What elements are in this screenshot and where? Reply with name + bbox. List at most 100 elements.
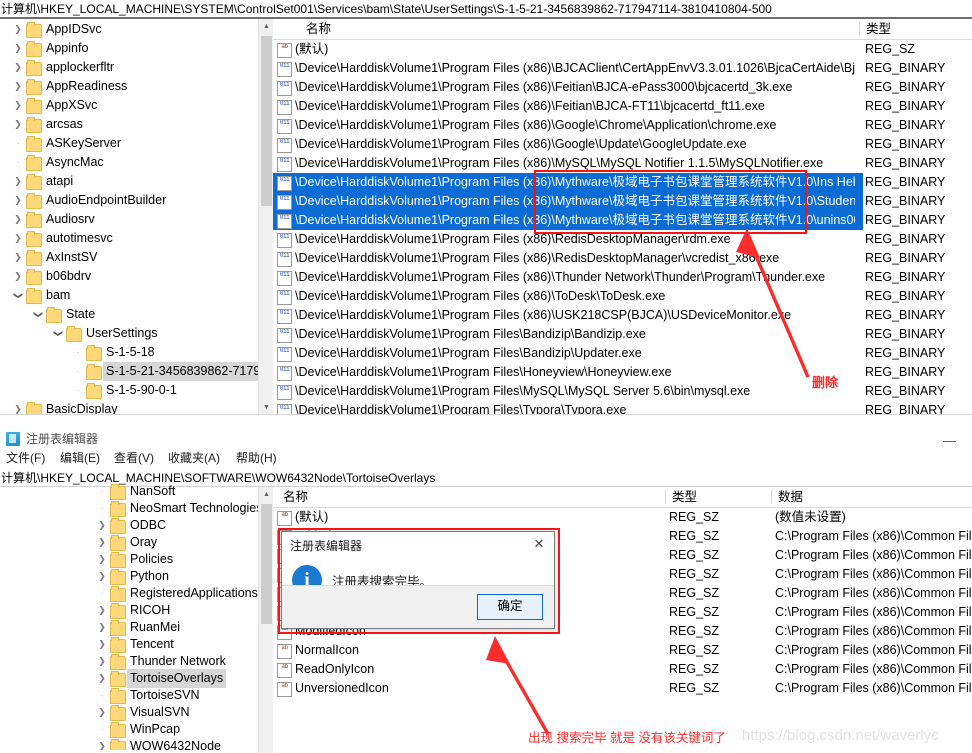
table-row[interactable]: 011 \Device\HarddiskVolume1\Program Files… xyxy=(273,173,945,192)
scrollbar-thumb[interactable] xyxy=(261,504,272,624)
table-row[interactable]: 011 \Device\HarddiskVolume1\Program Files… xyxy=(273,59,972,78)
tree-item-appreadiness[interactable]: ❯ AppReadiness xyxy=(0,77,258,96)
chevron-right-icon[interactable]: ❯ xyxy=(12,267,24,286)
top-address-bar[interactable]: 计算机\HKEY_LOCAL_MACHINE\SYSTEM\ControlSet… xyxy=(0,1,972,18)
chevron-right-icon[interactable]: ❯ xyxy=(12,20,24,39)
scroll-down-icon[interactable]: ▼ xyxy=(259,400,274,415)
bottom-tree-scrollbar[interactable]: ▲ xyxy=(258,487,274,753)
top-tree-scrollbar[interactable]: ▲ ▼ xyxy=(258,19,274,415)
bottom-registry-tree[interactable]: · NanSoft · NeoSmart Technologies ❯ ODBC ❯ Oray… xyxy=(0,482,258,750)
menu-favorites[interactable]: 收藏夹(A) xyxy=(168,448,220,468)
chevron-right-icon[interactable]: ❯ xyxy=(12,58,24,77)
top-column-header[interactable]: 名称 类型 xyxy=(273,19,972,40)
scroll-up-icon[interactable]: ▲ xyxy=(259,19,274,34)
dialog-titlebar[interactable]: 注册表编辑器 ✕ xyxy=(282,532,554,558)
tree-item-applockerfltr[interactable]: ❯ applockerfltr xyxy=(0,58,258,77)
tree-item-arcsas[interactable]: ❯ arcsas xyxy=(0,115,258,134)
column-header-name[interactable]: 名称 xyxy=(301,19,331,39)
table-row[interactable]: 011 \Device\HarddiskVolume1\Program Files… xyxy=(273,382,972,401)
tree-item-appidsvc[interactable]: ❯ AppIDSvc xyxy=(0,20,258,39)
tree-item-audiosrv[interactable]: ❯ Audiosrv xyxy=(0,210,258,229)
chevron-down-icon[interactable]: ❯ xyxy=(9,290,28,302)
scroll-up-icon[interactable]: ▲ xyxy=(259,487,274,502)
table-row[interactable]: ab (默认) REG_SZ (数值未设置) xyxy=(273,508,972,527)
table-row[interactable]: 011 \Device\HarddiskVolume1\Program Files… xyxy=(273,116,972,135)
table-row[interactable]: 011 \Device\HarddiskVolume1\Program Files… xyxy=(273,230,972,249)
tree-item-s-1-5-18[interactable]: · S-1-5-18 xyxy=(0,343,258,362)
table-row[interactable]: 011 \Device\HarddiskVolume1\Program Files… xyxy=(273,154,972,173)
table-row[interactable]: 011 \Device\HarddiskVolume1\Program Files… xyxy=(273,363,972,382)
table-row[interactable]: 011 \Device\HarddiskVolume1\Program Files… xyxy=(273,344,972,363)
tree-item-appinfo[interactable]: ❯ Appinfo xyxy=(0,39,258,58)
scrollbar-thumb[interactable] xyxy=(261,36,272,206)
search-complete-dialog[interactable]: 注册表编辑器 ✕ i 注册表搜索完毕。 确定 xyxy=(281,531,555,629)
chevron-right-icon[interactable]: ❯ xyxy=(12,210,24,229)
table-row[interactable]: 011 \Device\HarddiskVolume1\Program Files… xyxy=(273,401,972,415)
tree-item-wow6432node[interactable]: ❯ WOW6432Node xyxy=(0,737,258,750)
table-row[interactable]: ab NormalIcon REG_SZ C:\Program Files (x86)… xyxy=(273,641,972,660)
top-value-list[interactable]: ab (默认) REG_SZ 011 \Device\HarddiskVolume1\P… xyxy=(273,40,972,415)
bottom-window-titlebar[interactable]: 注册表编辑器 xyxy=(6,428,406,450)
chevron-right-icon[interactable]: ❯ xyxy=(12,248,24,267)
tree-item-b06bdrv[interactable]: ❯ b06bdrv xyxy=(0,267,258,286)
chevron-right-icon[interactable]: ❯ xyxy=(12,191,24,210)
table-row[interactable]: ab ReadOnlyIcon REG_SZ C:\Program Files (x8… xyxy=(273,660,972,679)
chevron-right-icon[interactable]: ❯ xyxy=(12,77,24,96)
column-header-data[interactable]: 数据 xyxy=(773,487,803,507)
folder-icon xyxy=(110,739,126,750)
ok-button[interactable]: 确定 xyxy=(477,594,543,620)
tree-item-atapi[interactable]: ❯ atapi xyxy=(0,172,258,191)
tree-item-asyncmac[interactable]: · AsyncMac xyxy=(0,153,258,172)
tree-item-s-1-5-21-3456839862-717947114-381c[interactable]: · S-1-5-21-3456839862-717947114-381C xyxy=(0,362,258,381)
column-header-type[interactable]: 类型 xyxy=(861,19,891,39)
tree-item-label: AsyncMac xyxy=(46,155,104,169)
table-row[interactable]: 011 \Device\HarddiskVolume1\Program Files… xyxy=(273,306,972,325)
tree-item-basicdisplay[interactable]: ❯ BasicDisplay xyxy=(0,400,258,414)
chevron-right-icon[interactable]: ❯ xyxy=(12,39,24,58)
table-row[interactable]: 011 \Device\HarddiskVolume1\Program Files… xyxy=(273,325,972,344)
tree-item-state[interactable]: ❯ State xyxy=(0,305,258,324)
bottom-window-menubar[interactable]: 文件(F) 编辑(E) 查看(V) 收藏夹(A) 帮助(H) xyxy=(6,448,506,468)
column-divider[interactable] xyxy=(859,22,860,36)
table-row[interactable]: 011 \Device\HarddiskVolume1\Program Files… xyxy=(273,97,972,116)
table-row[interactable]: 011 \Device\HarddiskVolume1\Program Files… xyxy=(273,78,972,97)
minimize-button[interactable]: — xyxy=(943,434,956,447)
tree-item-autotimesvc[interactable]: ❯ autotimesvc xyxy=(0,229,258,248)
table-row[interactable]: 011 \Device\HarddiskVolume1\Program Files… xyxy=(273,249,972,268)
tree-item-usersettings[interactable]: ❯ UserSettings xyxy=(0,324,258,343)
column-divider[interactable] xyxy=(665,490,666,504)
menu-edit[interactable]: 编辑(E) xyxy=(60,448,100,468)
chevron-right-icon[interactable]: ❯ xyxy=(12,400,24,414)
top-registry-tree[interactable]: ❯ AppIDSvc ❯ Appinfo ❯ applockerfltr ❯ AppReadi… xyxy=(0,20,258,414)
bottom-column-header[interactable]: 名称 类型 数据 xyxy=(273,487,972,508)
menu-view[interactable]: 查看(V) xyxy=(114,448,154,468)
column-header-type[interactable]: 类型 xyxy=(667,487,697,507)
tree-item-askeyserver[interactable]: · ASKeyServer xyxy=(0,134,258,153)
column-divider[interactable] xyxy=(771,490,772,504)
table-row[interactable]: 011 \Device\HarddiskVolume1\Program Files… xyxy=(273,287,972,306)
chevron-right-icon[interactable]: ❯ xyxy=(96,737,108,750)
menu-file[interactable]: 文件(F) xyxy=(6,448,45,468)
chevron-right-icon[interactable]: ❯ xyxy=(12,229,24,248)
close-icon[interactable]: ✕ xyxy=(528,534,550,554)
table-row[interactable]: 011 \Device\HarddiskVolume1\Program Files… xyxy=(273,135,972,154)
chevron-down-icon[interactable]: ❯ xyxy=(29,309,48,321)
chevron-down-icon[interactable]: ❯ xyxy=(49,328,68,340)
value-type-cell: REG_BINARY xyxy=(865,194,946,208)
chevron-right-icon[interactable]: ❯ xyxy=(12,115,24,134)
table-row[interactable]: 011 \Device\HarddiskVolume1\Program Files… xyxy=(273,192,945,211)
tree-item-audioendpointbuilder[interactable]: ❯ AudioEndpointBuilder xyxy=(0,191,258,210)
chevron-right-icon[interactable]: ❯ xyxy=(12,172,24,191)
table-row[interactable]: ab (默认) REG_SZ xyxy=(273,40,972,59)
chevron-right-icon[interactable]: ❯ xyxy=(12,96,24,115)
table-row[interactable]: ab UnversionedIcon REG_SZ C:\Program Files … xyxy=(273,679,972,698)
string-value-icon: ab xyxy=(277,43,292,58)
tree-item-axinstsv[interactable]: ❯ AxInstSV xyxy=(0,248,258,267)
folder-icon xyxy=(26,22,42,38)
column-header-name[interactable]: 名称 xyxy=(278,487,308,507)
tree-item-appxsvc[interactable]: ❯ AppXSvc xyxy=(0,96,258,115)
menu-help[interactable]: 帮助(H) xyxy=(236,448,277,468)
tree-item-s-1-5-90-0-1[interactable]: · S-1-5-90-0-1 xyxy=(0,381,258,400)
tree-item-bam[interactable]: ❯ bam xyxy=(0,286,258,305)
table-row[interactable]: 011 \Device\HarddiskVolume1\Program Files… xyxy=(273,268,972,287)
